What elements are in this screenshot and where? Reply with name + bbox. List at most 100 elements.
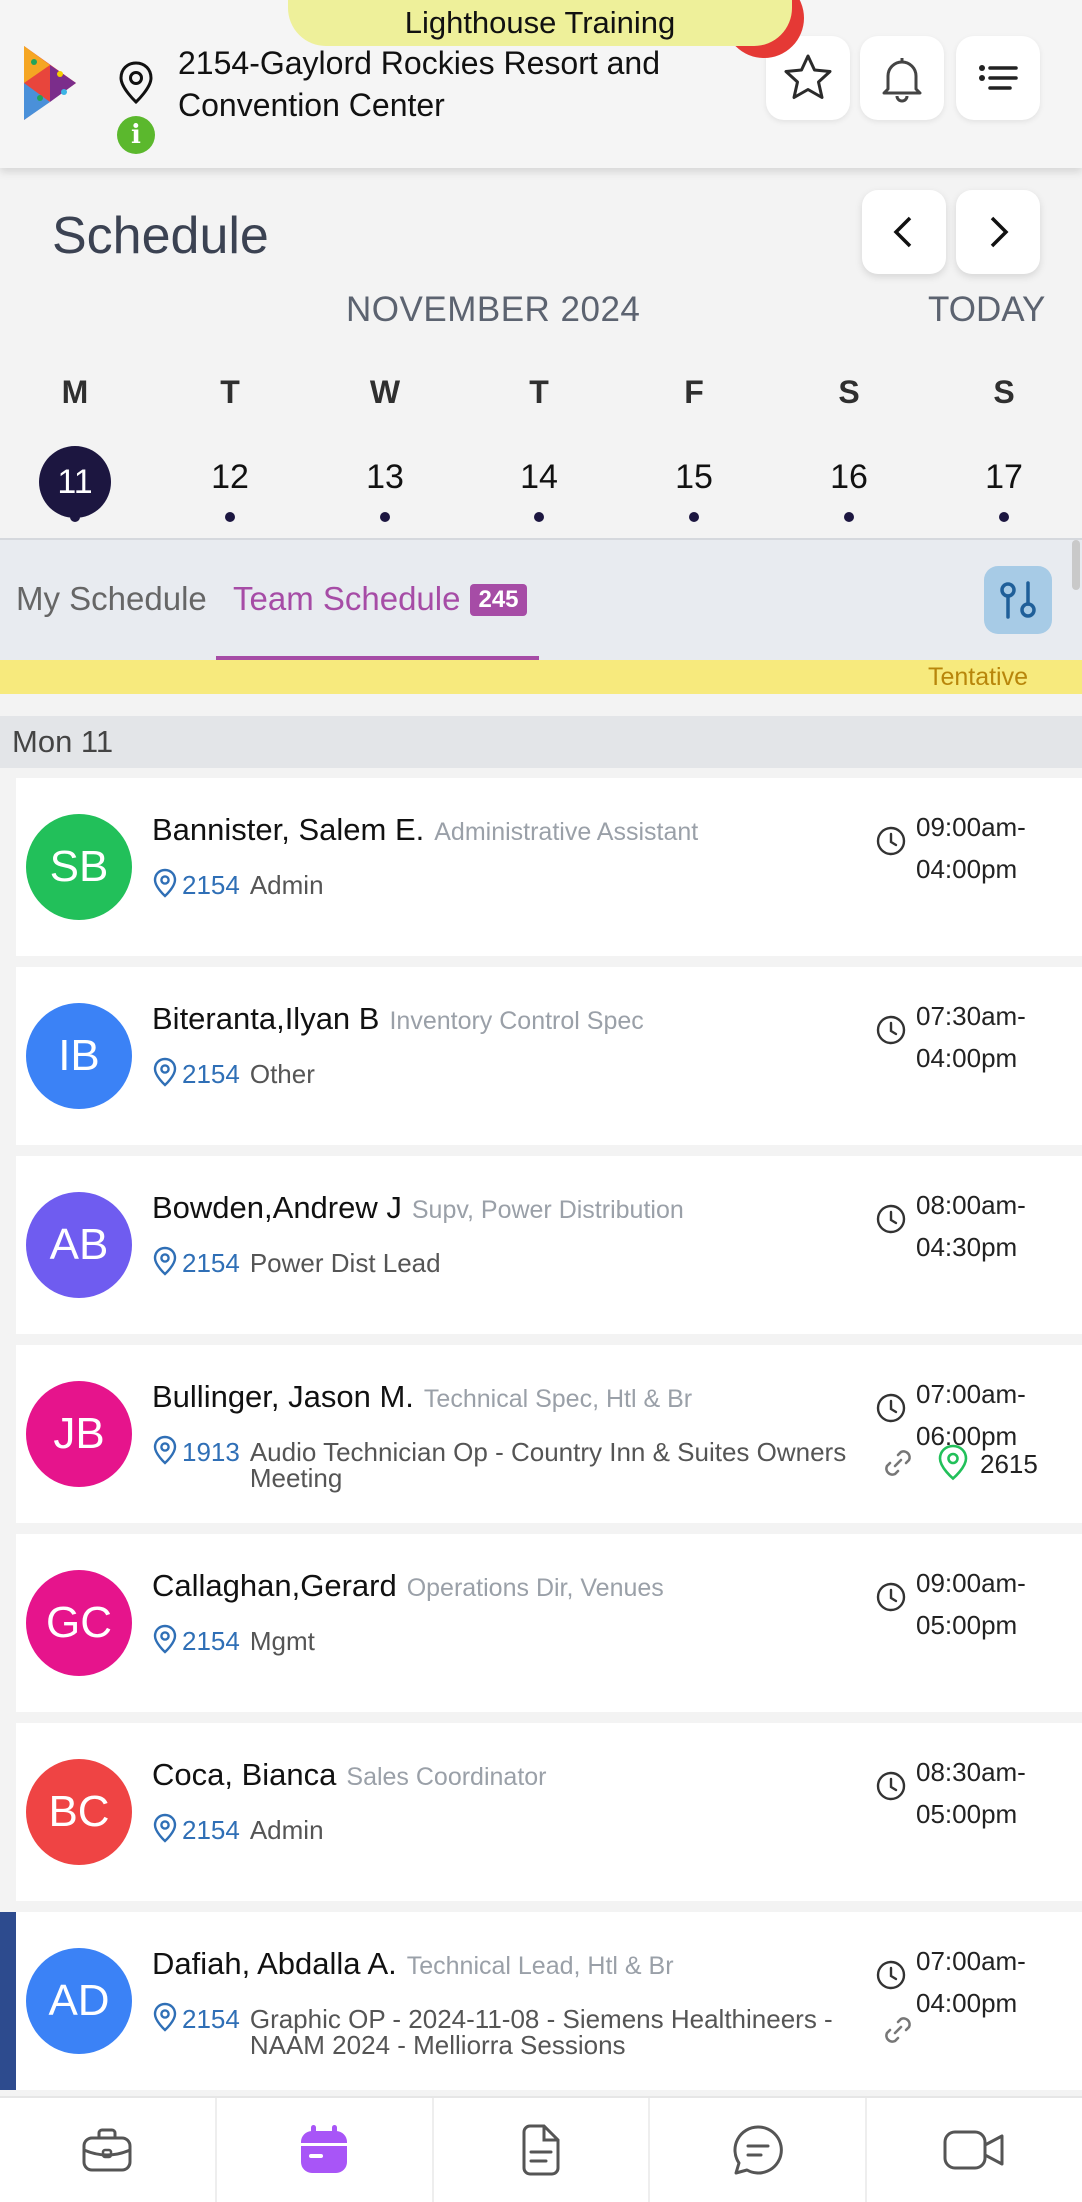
shift-card[interactable]: AD Dafiah, Abdalla A. Technical Lead, Htl …: [0, 1912, 1082, 2090]
shift-time-start: 07:00am-: [916, 1379, 1026, 1409]
employee-name-row: Coca, Bianca Sales Coordinator: [152, 1757, 547, 1793]
filter-button[interactable]: [984, 566, 1052, 634]
tab-team-schedule-label: Team Schedule: [233, 580, 461, 617]
avatar: AB: [26, 1192, 132, 1298]
employee-role: Operations Dir, Venues: [406, 1574, 664, 1602]
location-name[interactable]: 2154-Gaylord Rockies Resort and Conventi…: [178, 42, 698, 126]
employee-role: Inventory Control Spec: [389, 1007, 644, 1035]
avatar: GC: [26, 1570, 132, 1676]
event-dot: [70, 512, 80, 522]
date-cell[interactable]: 13: [345, 458, 425, 497]
shift-time-end: 04:00pm: [916, 1043, 1018, 1073]
shift-card[interactable]: SB Bannister, Salem E. Administrative Assi…: [16, 778, 1082, 956]
app-root: { "banner": {"text": "Lighthouse Trainin…: [0, 0, 1082, 2202]
briefcase-icon: [82, 2128, 132, 2172]
shift-card[interactable]: GC Callaghan,Gerard Operations Dir, Venues…: [16, 1534, 1082, 1712]
link-icon[interactable]: [880, 1445, 916, 1481]
tab-my-schedule[interactable]: My Schedule: [16, 580, 207, 618]
shift-location: 2154 Admin: [152, 868, 324, 900]
avatar: AD: [26, 1948, 132, 2054]
avatar: JB: [26, 1381, 132, 1487]
company-logo: [24, 46, 76, 120]
employee-role: Technical Lead, Htl & Br: [406, 1952, 674, 1980]
avatar: IB: [26, 1003, 132, 1109]
nav-documents[interactable]: [434, 2098, 651, 2202]
previous-week-button[interactable]: [862, 190, 946, 274]
shift-time-start: 09:00am-: [916, 1568, 1026, 1598]
employee-role: Sales Coordinator: [346, 1763, 547, 1791]
event-dot: [225, 512, 235, 522]
location-code: 2154: [182, 1248, 240, 1278]
event-dot: [999, 512, 1009, 522]
filter-settings-icon: [1000, 581, 1036, 619]
nav-video[interactable]: [867, 2098, 1082, 2202]
date-cell[interactable]: 12: [190, 458, 270, 497]
shift-card[interactable]: BC Coca, Bianca Sales Coordinator 2154 Admin…: [16, 1723, 1082, 1901]
tab-team-schedule[interactable]: Team Schedule 245: [233, 580, 527, 618]
shift-time: 07:00am- 04:00pm: [916, 1940, 1026, 2024]
shift-time: 07:00am- 06:00pm: [916, 1373, 1026, 1457]
shift-time-start: 08:00am-: [916, 1190, 1026, 1220]
document-icon: [522, 2124, 560, 2176]
calendar-icon: [301, 2125, 348, 2173]
schedule-tabs: My Schedule Team Schedule 245: [0, 538, 1082, 662]
date-cell[interactable]: 14: [499, 458, 579, 497]
notifications-button[interactable]: [860, 36, 944, 120]
shift-time-end: 05:00pm: [916, 1799, 1018, 1829]
today-button[interactable]: TODAY: [928, 290, 1045, 330]
menu-icon: [979, 65, 1018, 90]
shift-card[interactable]: AB Bowden,Andrew J Supv, Power Distributio…: [16, 1156, 1082, 1334]
shift-description: Admin: [249, 870, 324, 900]
shift-time: 07:30am- 04:00pm: [916, 995, 1026, 1079]
clock-icon: [876, 1015, 906, 1045]
day-header: Mon 11: [0, 716, 1082, 768]
shift-time-end: 05:00pm: [916, 1610, 1018, 1640]
location-pin-icon: [119, 61, 153, 105]
date-cell[interactable]: 15: [654, 458, 734, 497]
nav-calendar[interactable]: [217, 2098, 434, 2202]
link-icon[interactable]: [880, 2012, 916, 2048]
employee-name-row: Dafiah, Abdalla A. Technical Lead, Htl & …: [152, 1946, 674, 1982]
weekday-label: M: [61, 374, 89, 410]
shift-description: Audio Technician Op - Country Inn & Suit…: [249, 1437, 847, 1493]
team-count-badge: 245: [470, 584, 527, 616]
employee-name-row: Bannister, Salem E. Administrative Assist…: [152, 812, 698, 848]
weekday-label: S: [993, 374, 1015, 410]
employee-name: Biteranta,Ilyan B: [152, 1001, 380, 1036]
info-icon[interactable]: i: [117, 116, 155, 154]
employee-role: Administrative Assistant: [434, 818, 699, 846]
nav-messages[interactable]: [650, 2098, 868, 2202]
employee-role: Technical Spec, Htl & Br: [423, 1385, 693, 1413]
employee-role: Supv, Power Distribution: [411, 1196, 684, 1224]
chat-icon: [733, 2125, 783, 2175]
location-pin-icon: [153, 1435, 177, 1465]
event-dot: [689, 512, 699, 522]
location-pin-icon: [153, 1246, 177, 1276]
bell-icon: [882, 58, 922, 103]
next-week-button[interactable]: [956, 190, 1040, 274]
date-selected[interactable]: 11: [39, 446, 111, 518]
shift-description: Graphic OP - 2024-11-08 - Siemens Health…: [249, 2004, 833, 2060]
scrollbar-thumb[interactable]: [1072, 540, 1080, 590]
shift-card[interactable]: JB Bullinger, Jason M. Technical Spec, Htl…: [16, 1345, 1082, 1523]
date-cell[interactable]: 16: [809, 458, 889, 497]
avatar: SB: [26, 814, 132, 920]
menu-button[interactable]: [956, 36, 1040, 120]
date-cell[interactable]: 17: [964, 458, 1044, 497]
nav-briefcase[interactable]: [0, 2098, 217, 2202]
location-code: 1913: [182, 1437, 240, 1467]
shift-location: 2154 Other: [152, 1057, 315, 1089]
event-dot: [534, 512, 544, 522]
shift-description: Admin: [249, 1815, 324, 1845]
shift-time-start: 08:30am-: [916, 1757, 1026, 1787]
shift-time-start: 07:30am-: [916, 1001, 1026, 1031]
page-title: Schedule: [52, 207, 269, 265]
location-code: 2154: [182, 1626, 240, 1656]
shift-card[interactable]: IB Biteranta,Ilyan B Inventory Control Spe…: [16, 967, 1082, 1145]
avatar: BC: [26, 1759, 132, 1865]
chevron-right-icon: [990, 216, 1009, 248]
shift-time-start: 09:00am-: [916, 812, 1026, 842]
clock-icon: [876, 1582, 906, 1612]
location-code: 2154: [182, 1059, 240, 1089]
clock-icon: [876, 1393, 906, 1423]
